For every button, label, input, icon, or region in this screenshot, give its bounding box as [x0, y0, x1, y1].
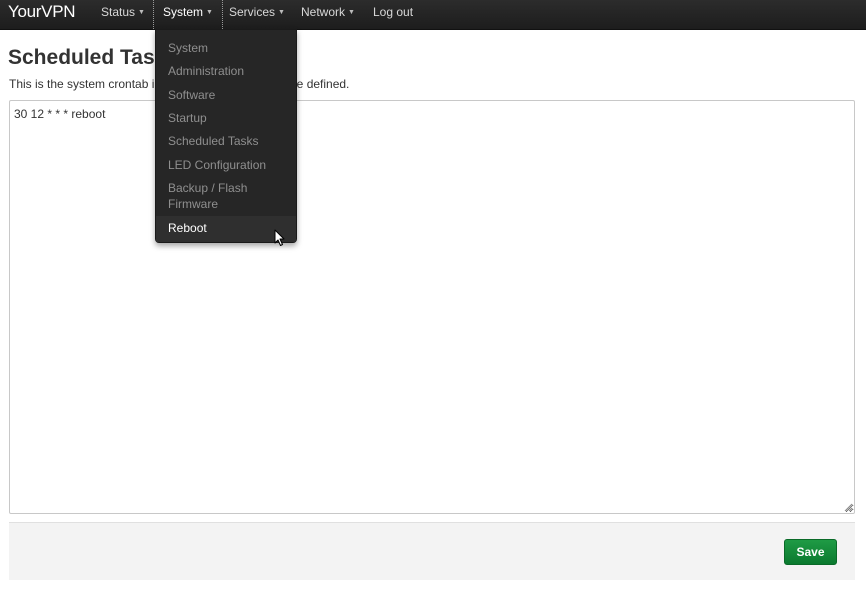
menu-item-administration[interactable]: Administration	[156, 63, 296, 79]
menu-item-reboot[interactable]: Reboot	[156, 216, 296, 242]
nav-network-label: Network	[301, 5, 346, 19]
menu-item-startup[interactable]: Startup	[156, 110, 296, 126]
save-button[interactable]: Save	[784, 539, 837, 565]
chevron-down-icon: ▼	[348, 9, 355, 16]
nav-system-label: System	[163, 5, 204, 19]
form-actions: Save	[9, 522, 855, 580]
resize-grip-icon[interactable]	[843, 502, 853, 512]
nav-status-label: Status	[101, 5, 136, 19]
nav-services-label: Services	[229, 5, 276, 19]
brand-logo[interactable]: YourVPN	[8, 1, 76, 25]
top-navbar: YourVPN Status ▼ System ▼ Services ▼ Networ…	[0, 0, 866, 30]
chevron-down-icon: ▼	[138, 9, 145, 16]
page-description: This is the system crontab i n be define…	[9, 77, 349, 91]
menu-item-software[interactable]: Software	[156, 87, 296, 103]
page-description-start: This is the system crontab i	[9, 77, 155, 91]
nav-system[interactable]: System ▼	[153, 0, 223, 29]
menu-item-led-configuration[interactable]: LED Configuration	[156, 157, 296, 173]
menu-item-scheduled-tasks[interactable]: Scheduled Tasks	[156, 133, 296, 149]
nav-status[interactable]: Status ▼	[92, 0, 154, 29]
page-title: Scheduled Tas	[8, 46, 155, 69]
nav-network[interactable]: Network ▼	[292, 0, 364, 29]
system-dropdown-menu: System Administration Software Startup S…	[155, 29, 297, 243]
nav-logout[interactable]: Log out	[364, 0, 422, 29]
nav-services[interactable]: Services ▼	[220, 0, 294, 29]
crontab-editor[interactable]: 30 12 * * * reboot	[9, 100, 855, 514]
menu-item-system[interactable]: System	[156, 40, 296, 56]
chevron-down-icon: ▼	[278, 9, 285, 16]
menu-item-backup-flash-firmware[interactable]: Backup / Flash Firmware	[156, 180, 266, 212]
nav-logout-label: Log out	[373, 5, 414, 19]
chevron-down-icon: ▼	[206, 9, 213, 16]
